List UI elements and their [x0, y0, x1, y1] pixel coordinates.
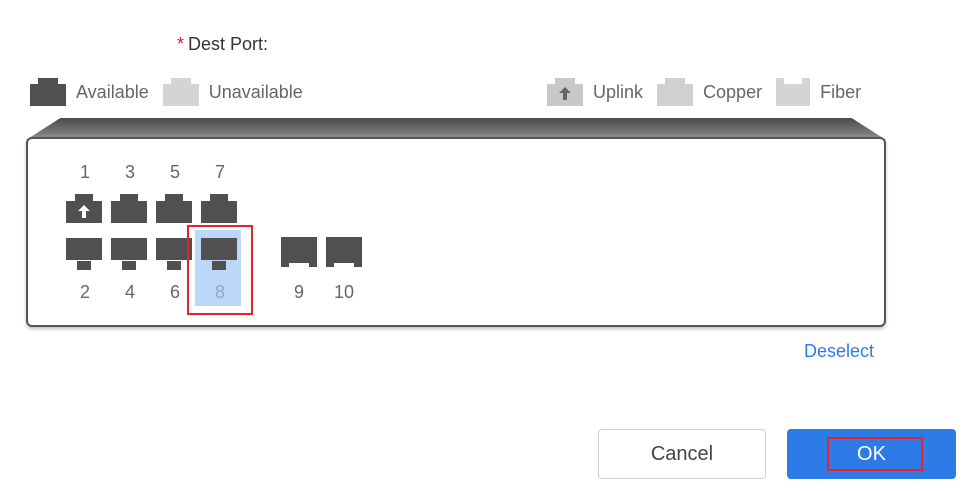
- port-number-1: 1: [79, 162, 90, 182]
- legend-unavailable-label: Unavailable: [208, 81, 303, 102]
- uplink-arrow-icon: [559, 87, 571, 100]
- port-number-7: 7: [214, 162, 225, 182]
- switch-panel: [26, 137, 886, 327]
- copper-port-icon: [657, 78, 694, 106]
- port-number-4: 4: [124, 282, 135, 302]
- legend-available-label: Available: [76, 81, 149, 102]
- dest-port-label: * Dest Port:: [177, 34, 268, 55]
- port-number-10: 10: [333, 282, 355, 302]
- legend-copper: Copper: [657, 78, 762, 106]
- legend-uplink: Uplink: [547, 78, 643, 106]
- required-asterisk: *: [177, 34, 185, 54]
- deselect-link[interactable]: Deselect: [804, 341, 874, 362]
- selected-port-frame: [187, 225, 253, 315]
- uplink-port-icon: [547, 78, 583, 106]
- legend-fiber: Fiber: [776, 78, 861, 106]
- dest-port-label-text: Dest Port:: [188, 34, 269, 54]
- port-5[interactable]: [156, 194, 192, 226]
- port-number-3: 3: [124, 162, 135, 182]
- ok-button-label: OK: [857, 442, 886, 465]
- legend-port-type: Uplink Copper Fiber: [547, 78, 875, 106]
- port-number-5: 5: [169, 162, 180, 182]
- legend-available: Available: [30, 78, 149, 106]
- port-7[interactable]: [201, 194, 237, 226]
- fiber-port-icon: [776, 78, 811, 106]
- legend-availability: Available Unavailable: [30, 78, 317, 106]
- port-4[interactable]: [111, 238, 147, 270]
- uplink-arrow-icon: [78, 205, 90, 218]
- port-10[interactable]: [326, 237, 362, 269]
- legend-unavailable: Unavailable: [162, 78, 303, 106]
- cancel-button[interactable]: Cancel: [598, 429, 766, 479]
- port-number-9: 9: [293, 282, 304, 302]
- port-1[interactable]: [66, 194, 102, 226]
- port-number-2: 2: [79, 282, 90, 302]
- legend-copper-label: Copper: [703, 81, 763, 102]
- legend-fiber-label: Fiber: [820, 81, 862, 102]
- ok-button[interactable]: OK: [787, 429, 956, 479]
- port-3[interactable]: [111, 194, 147, 226]
- unavailable-port-icon: [162, 78, 199, 106]
- legend-uplink-label: Uplink: [593, 81, 644, 102]
- port-9[interactable]: [281, 237, 317, 269]
- port-2[interactable]: [66, 238, 102, 270]
- available-port-icon: [30, 78, 66, 106]
